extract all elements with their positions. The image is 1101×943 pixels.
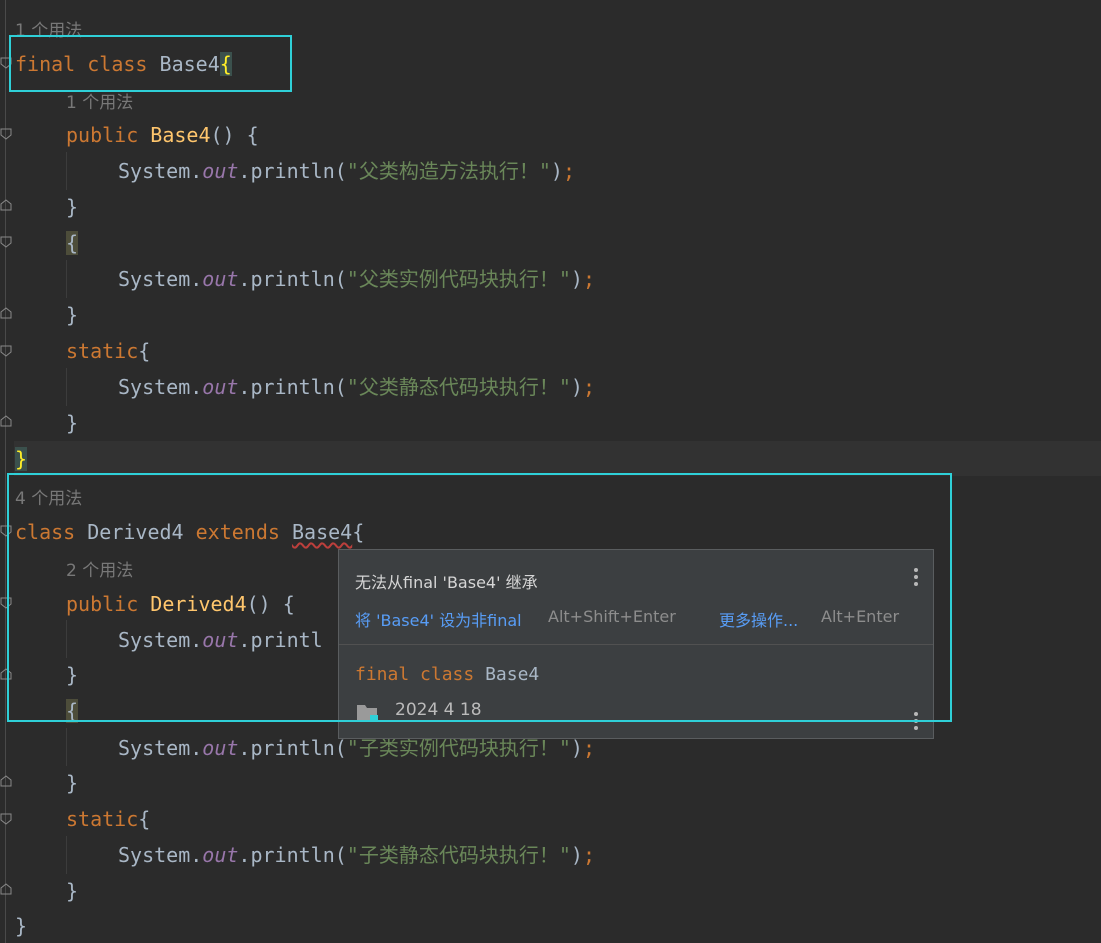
code-line[interactable]: System.out.println("父类实例代码块执行！");	[118, 267, 595, 291]
fold-icon[interactable]	[0, 307, 12, 319]
code-line[interactable]: static{	[66, 807, 150, 831]
indent-guide	[66, 728, 67, 766]
indent-guide	[66, 836, 67, 874]
code-punct: {	[138, 339, 151, 363]
highlight-box-derived-error	[7, 473, 952, 722]
code-punct: () {	[210, 123, 259, 147]
code-text: .println(	[238, 843, 347, 867]
code-line[interactable]: System.out.println("父类静态代码块执行！");	[118, 375, 595, 399]
code-punct: {	[138, 807, 151, 831]
code-text: .println(	[238, 267, 347, 291]
gutter-line	[5, 0, 6, 943]
code-semicolon: ;	[582, 375, 595, 399]
fold-icon[interactable]	[0, 345, 12, 357]
keyword: static	[66, 807, 139, 831]
code-line-base-ctor[interactable]: public Base4() {	[66, 123, 259, 147]
code-punct: )	[570, 267, 583, 291]
constructor-name: Base4	[150, 123, 211, 147]
code-semicolon: ;	[582, 267, 595, 291]
fold-icon[interactable]	[0, 883, 12, 895]
code-text: System.	[118, 843, 203, 867]
editor-gutter	[0, 0, 14, 943]
code-line[interactable]: }	[66, 411, 78, 435]
code-text: System.	[118, 736, 203, 760]
close-brace: }	[15, 447, 28, 471]
code-punct: )	[550, 159, 563, 183]
code-line[interactable]: System.out.println("父类构造方法执行！");	[118, 159, 575, 183]
code-semicolon: ;	[582, 736, 595, 760]
code-line[interactable]: }	[66, 771, 78, 795]
fold-icon[interactable]	[0, 128, 12, 140]
keyword: public	[66, 123, 139, 147]
string-literal: "子类静态代码块执行！"	[346, 843, 571, 867]
code-semicolon: ;	[562, 159, 575, 183]
code-text: .println(	[238, 159, 347, 183]
fold-icon[interactable]	[0, 236, 12, 248]
code-line[interactable]: System.out.println("子类实例代码块执行！");	[118, 736, 595, 760]
code-punct: )	[570, 736, 583, 760]
code-text: System.	[118, 267, 203, 291]
code-line[interactable]: }	[66, 303, 78, 327]
code-line[interactable]: System.out.println("子类静态代码块执行！");	[118, 843, 595, 867]
field-out: out	[202, 843, 239, 867]
code-line[interactable]: }	[15, 914, 27, 938]
code-line[interactable]: static{	[66, 339, 150, 363]
code-punct: )	[570, 843, 583, 867]
open-brace: {	[66, 231, 79, 255]
code-text: .println(	[238, 375, 347, 399]
fold-icon[interactable]	[0, 415, 12, 427]
code-line[interactable]: }	[66, 195, 78, 219]
code-text: System.	[118, 159, 203, 183]
code-line[interactable]: {	[66, 231, 79, 255]
code-semicolon: ;	[582, 843, 595, 867]
indent-guide	[66, 260, 67, 298]
code-punct: )	[570, 375, 583, 399]
string-literal: "父类实例代码块执行！"	[346, 267, 571, 291]
string-literal: "子类实例代码块执行！"	[346, 736, 571, 760]
current-line-highlight	[14, 441, 1101, 476]
string-literal: "父类静态代码块执行！"	[346, 375, 571, 399]
code-text: System.	[118, 375, 203, 399]
field-out: out	[202, 267, 239, 291]
highlight-box-base-decl	[9, 35, 292, 92]
string-literal: "父类构造方法执行！"	[346, 159, 551, 183]
indent-guide	[66, 368, 67, 406]
fold-icon[interactable]	[0, 813, 12, 825]
code-line[interactable]: }	[66, 879, 78, 903]
field-out: out	[202, 159, 239, 183]
code-text: .println(	[238, 736, 347, 760]
code-line[interactable]: }	[15, 447, 28, 471]
keyword: static	[66, 339, 139, 363]
fold-icon[interactable]	[0, 199, 12, 211]
field-out: out	[202, 375, 239, 399]
indent-guide	[66, 152, 67, 190]
field-out: out	[202, 736, 239, 760]
fold-icon[interactable]	[0, 775, 12, 787]
